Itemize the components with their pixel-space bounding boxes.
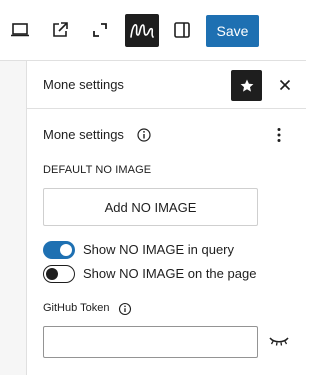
plugin-sidebar: Mone settings Mone settings DEFAULT NO I… bbox=[27, 61, 306, 375]
editor-window: Save Mone settings Mone settings DEFAULT… bbox=[0, 0, 306, 375]
show-in-query-label: Show NO IMAGE in query bbox=[83, 242, 234, 257]
panel-title: Mone settings bbox=[43, 127, 124, 142]
toggle-row-query[interactable]: Show NO IMAGE in query bbox=[43, 241, 293, 259]
pin-star-button[interactable] bbox=[231, 70, 262, 101]
github-token-label-row: GitHub Token bbox=[43, 301, 243, 317]
eye-closed-icon bbox=[269, 337, 289, 346]
fullscreen-button[interactable] bbox=[84, 14, 116, 46]
add-no-image-button[interactable]: Add NO IMAGE bbox=[43, 188, 258, 226]
show-token-button[interactable] bbox=[265, 331, 293, 351]
fullscreen-icon bbox=[93, 23, 107, 37]
github-token-label: GitHub Token bbox=[43, 302, 110, 314]
plugin-logo-icon bbox=[130, 23, 154, 38]
close-sidebar-button[interactable] bbox=[273, 73, 297, 97]
close-icon bbox=[279, 79, 291, 91]
sidebar-toggle-icon bbox=[174, 22, 190, 38]
default-no-image-label: DEFAULT NO IMAGE bbox=[43, 164, 152, 176]
plugin-button[interactable] bbox=[125, 14, 159, 47]
show-on-page-label: Show NO IMAGE on the page bbox=[83, 266, 257, 281]
info-icon[interactable] bbox=[136, 127, 152, 143]
settings-sidebar-toggle[interactable] bbox=[166, 14, 198, 46]
external-link-icon bbox=[53, 22, 68, 37]
github-token-input[interactable] bbox=[43, 326, 258, 358]
top-toolbar: Save bbox=[0, 0, 306, 61]
panel-header: Mone settings bbox=[43, 125, 293, 145]
sidebar-title: Mone settings bbox=[43, 77, 124, 92]
toggle-knob bbox=[60, 244, 72, 256]
star-icon bbox=[240, 79, 253, 92]
sidebar-header: Mone settings bbox=[27, 61, 306, 109]
info-icon[interactable] bbox=[118, 302, 132, 316]
show-in-query-toggle[interactable] bbox=[43, 241, 75, 259]
desktop-preview-icon bbox=[11, 23, 29, 37]
desktop-preview-button[interactable] bbox=[4, 14, 36, 46]
more-vertical-icon bbox=[277, 128, 281, 142]
preview-new-tab-button[interactable] bbox=[44, 14, 76, 46]
more-options-button[interactable] bbox=[269, 125, 289, 145]
show-on-page-toggle[interactable] bbox=[43, 265, 75, 283]
toggle-knob bbox=[46, 268, 58, 280]
save-button[interactable]: Save bbox=[206, 15, 259, 47]
editor-canvas-edge bbox=[0, 61, 27, 375]
toggle-row-page[interactable]: Show NO IMAGE on the page bbox=[43, 265, 293, 283]
